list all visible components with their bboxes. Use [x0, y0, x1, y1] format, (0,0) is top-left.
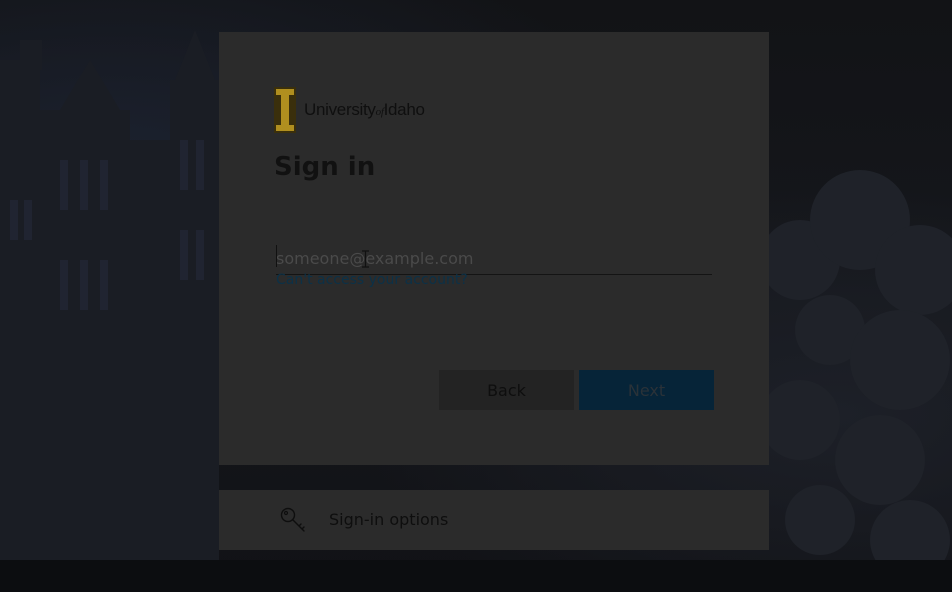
- sign-in-options-label: Sign-in options: [329, 510, 449, 529]
- sign-in-options-button[interactable]: Sign-in options: [219, 490, 769, 550]
- text-caret: [276, 245, 277, 267]
- ibeam-cursor-icon: [362, 250, 369, 268]
- university-name: UniversityofIdaho: [304, 100, 425, 119]
- back-button[interactable]: Back: [439, 370, 574, 410]
- page-title: Sign in: [274, 152, 376, 182]
- sign-in-card: UniversityofIdaho Sign in Can't access y…: [219, 32, 769, 465]
- cant-access-link[interactable]: Can't access your account?: [276, 272, 468, 288]
- university-logo: UniversityofIdaho: [274, 87, 425, 133]
- next-button[interactable]: Next: [579, 370, 714, 410]
- key-icon: [280, 507, 305, 532]
- idaho-i-logo-icon: [274, 87, 296, 133]
- email-input[interactable]: [276, 242, 712, 275]
